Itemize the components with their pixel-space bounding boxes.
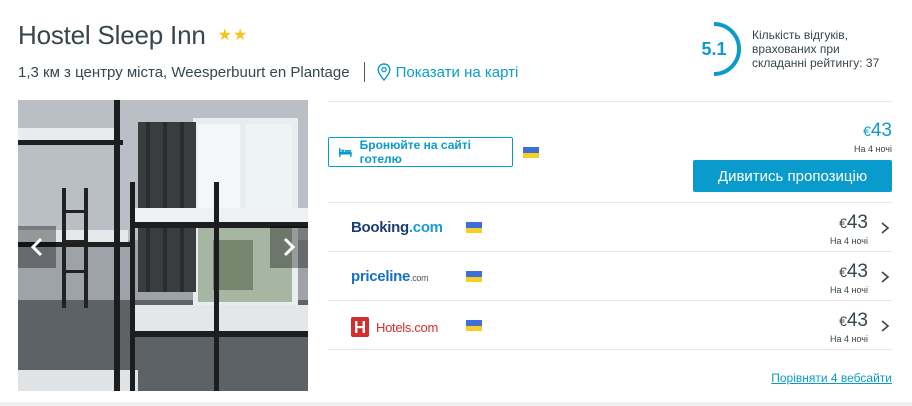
map-pin-icon — [377, 63, 391, 81]
hotel-photo[interactable] — [18, 100, 308, 391]
ukraine-flag-icon — [523, 147, 539, 158]
provider-price: €43 На 4 ночі — [830, 261, 868, 295]
chevron-right-icon — [283, 237, 296, 257]
chevron-right-icon — [881, 271, 890, 283]
provider-row-booking[interactable]: Booking.com €43 На 4 ночі — [328, 202, 892, 251]
ukraine-flag-icon — [466, 320, 482, 331]
star-icon: ★ — [232, 26, 248, 44]
location-text: 1,3 км з центру міста, Weesperbuurt en P… — [18, 63, 350, 81]
best-price: €43 На 4 ночі — [854, 120, 892, 154]
gallery-next-button[interactable] — [270, 226, 308, 268]
chevron-right-icon — [881, 222, 890, 234]
currency-symbol: € — [863, 123, 871, 139]
best-price-amount: €43 — [854, 120, 892, 142]
book-on-hotel-site-label: Бронюйте на сайті готелю — [359, 138, 471, 166]
rating-gauge: 5.1 — [694, 20, 744, 78]
page-bottom-border — [0, 402, 912, 406]
rating-value: 5.1 — [701, 38, 727, 59]
location-row: 1,3 км з центру міста, Weesperbuurt en P… — [18, 62, 518, 82]
divider — [363, 62, 365, 82]
hotel-header: Hostel Sleep Inn ★ ★ — [18, 20, 247, 51]
rating-description: Кількість відгуків, врахованих при склад… — [752, 28, 880, 70]
show-on-map-link[interactable]: Показати на карті — [377, 63, 519, 81]
bed-icon — [339, 148, 352, 157]
show-on-map-label: Показати на карті — [395, 63, 519, 81]
divider — [328, 349, 892, 350]
book-on-hotel-site-button[interactable]: Бронюйте на сайті готелю — [328, 137, 513, 167]
hotels-logo-icon — [351, 317, 369, 337]
booking-logo: Booking.com — [351, 219, 443, 236]
rating-block: 5.1 Кількість відгуків, врахованих при с… — [694, 20, 892, 78]
star-rating: ★ ★ — [217, 26, 248, 44]
provider-price: €43 На 4 ночі — [830, 310, 868, 344]
star-icon: ★ — [217, 26, 232, 44]
nights-label: На 4 ночі — [854, 144, 892, 154]
hotels-logo: Hotels.com — [351, 317, 438, 337]
provider-row-priceline[interactable]: priceline.com €43 На 4 ночі — [328, 251, 892, 300]
chevron-right-icon — [881, 320, 890, 332]
priceline-logo: priceline.com — [351, 268, 429, 285]
view-deal-button[interactable]: Дивитись пропозицію — [693, 160, 892, 192]
ukraine-flag-icon — [466, 222, 482, 233]
ukraine-flag-icon — [466, 271, 482, 282]
provider-price: €43 На 4 ночі — [830, 212, 868, 246]
provider-row-hotels[interactable]: Hotels.com €43 На 4 ночі — [328, 300, 892, 349]
compare-websites-link[interactable]: Порівняти 4 вебсайти — [771, 371, 892, 385]
price-value: 43 — [870, 120, 892, 141]
hotel-name: Hostel Sleep Inn — [18, 20, 206, 50]
gallery-prev-button[interactable] — [18, 226, 56, 268]
chevron-left-icon — [30, 237, 43, 257]
divider — [328, 101, 892, 102]
hostel-room-image — [18, 100, 308, 391]
